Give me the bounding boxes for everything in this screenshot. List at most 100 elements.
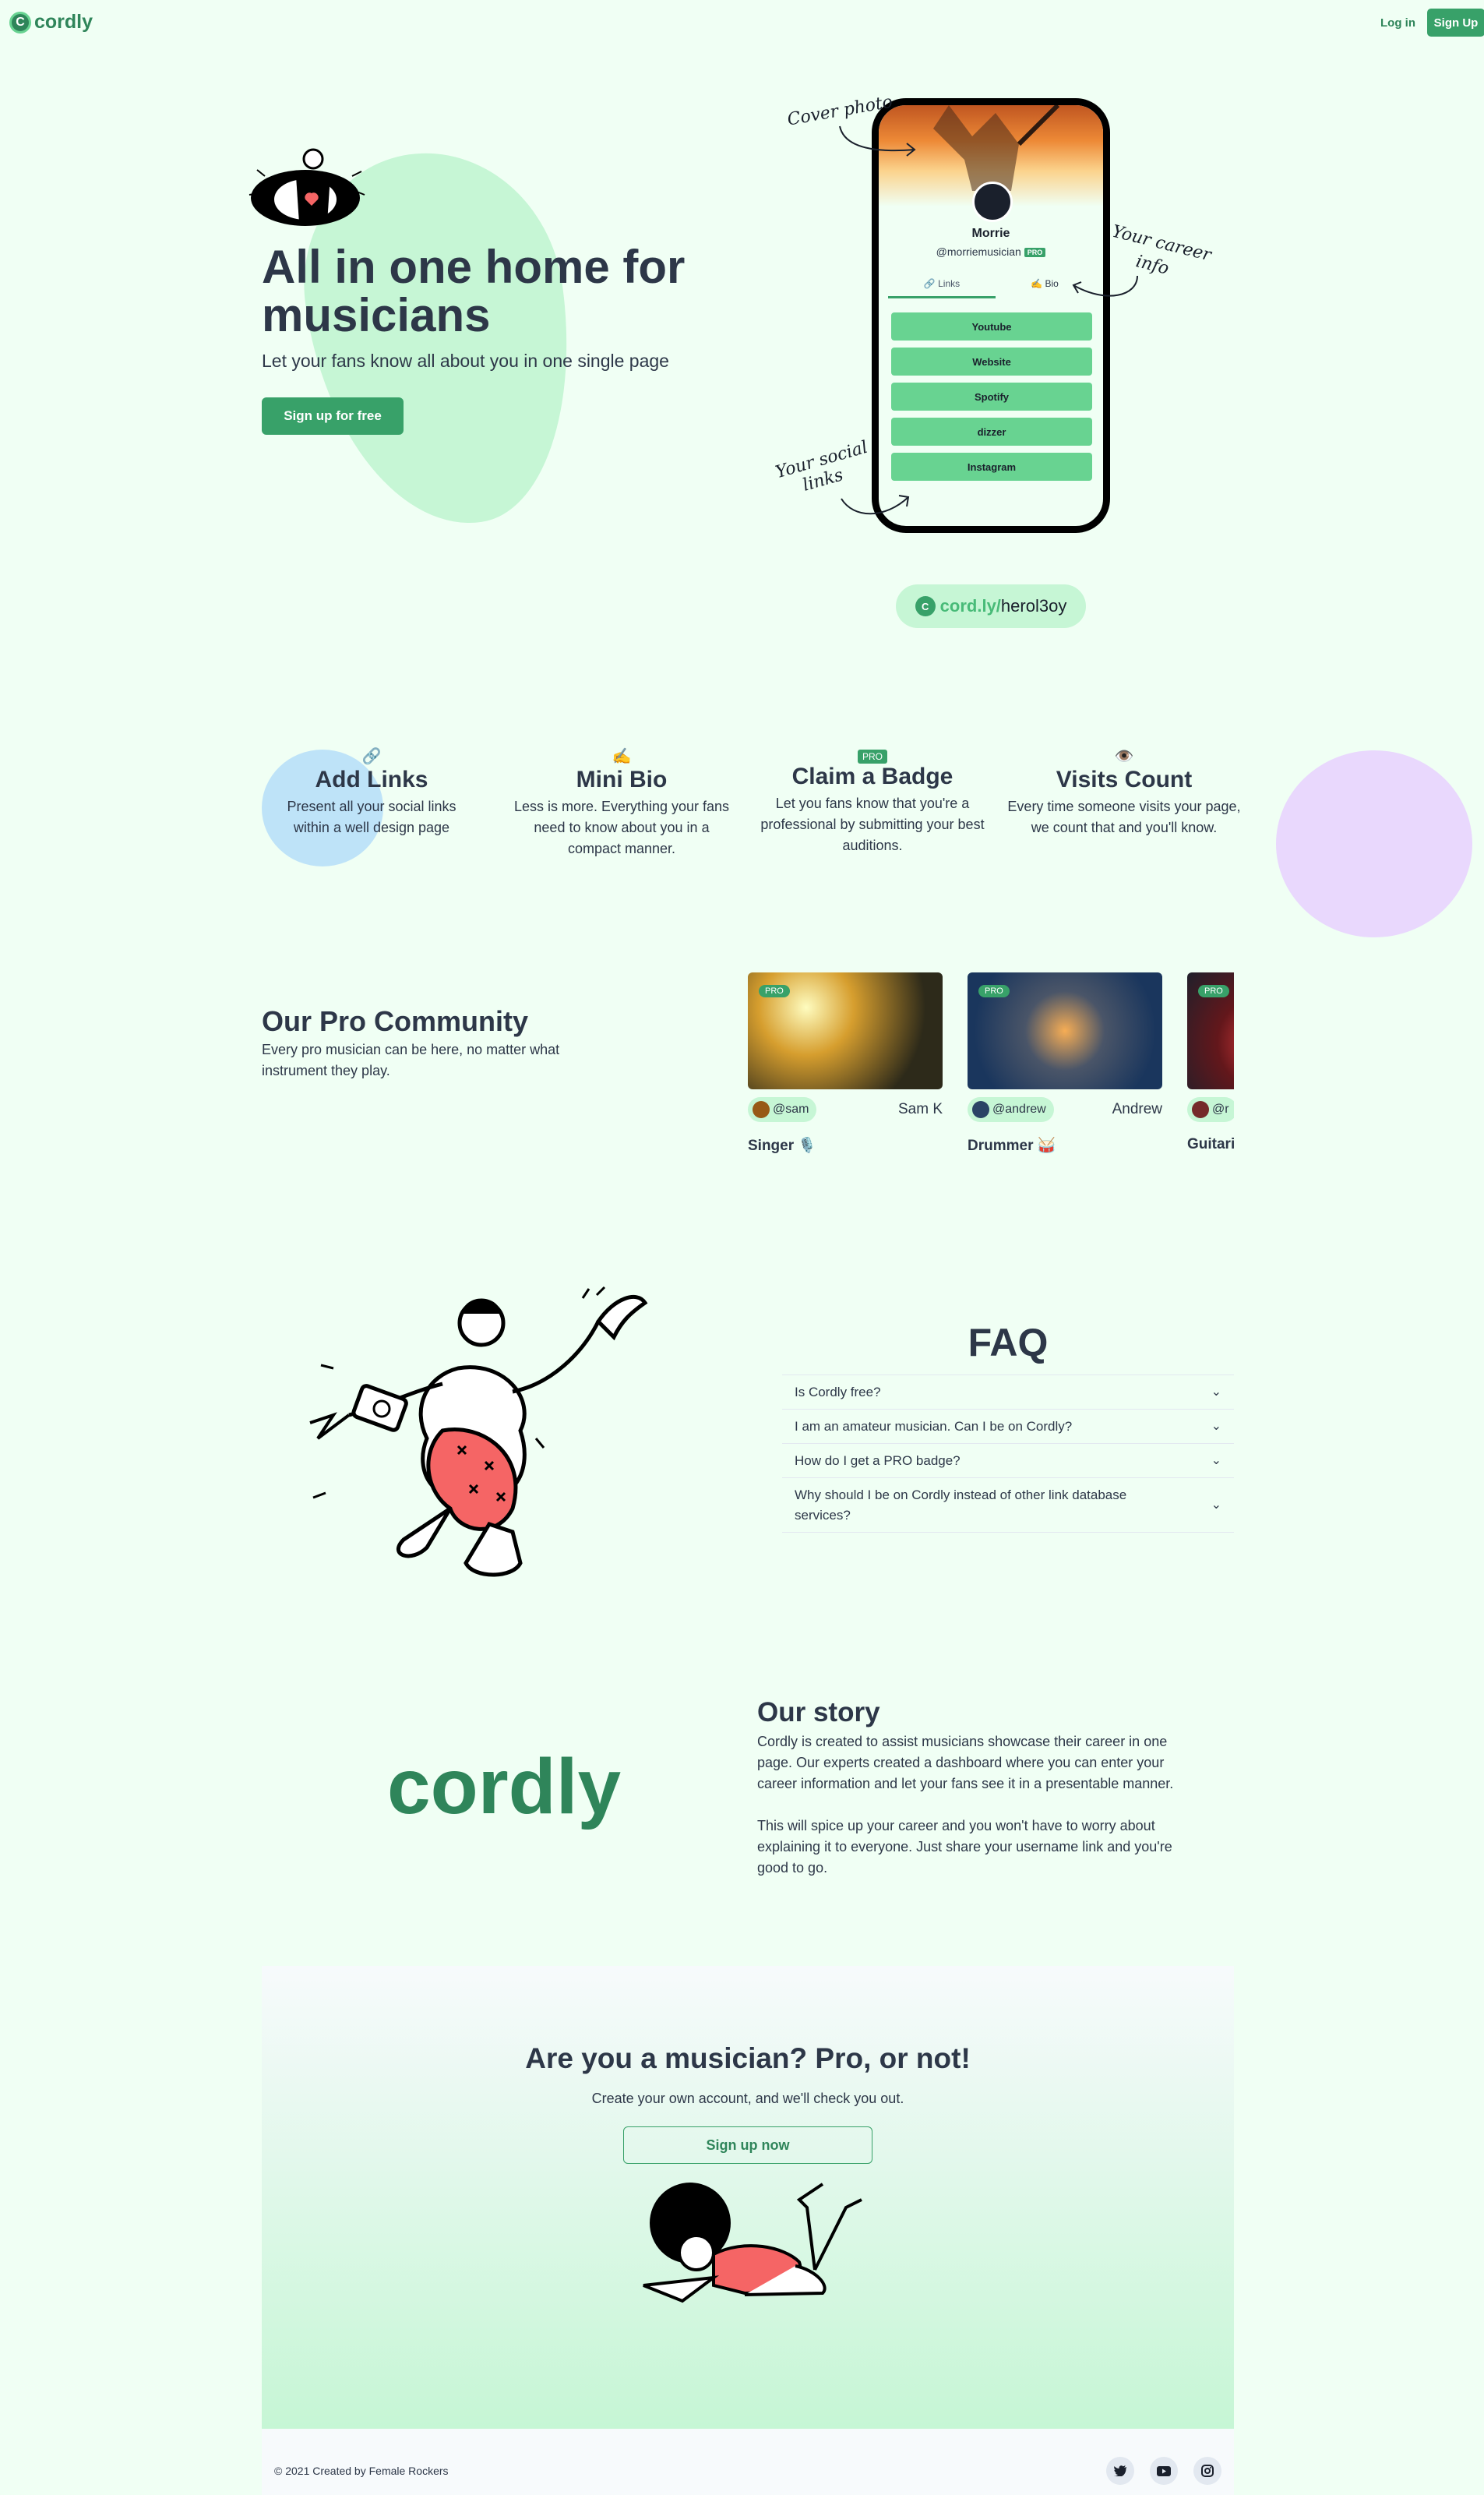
cta-signup-button[interactable]: Sign up now — [623, 2126, 872, 2164]
tab-links[interactable]: 🔗 Links — [888, 278, 996, 298]
signup-button[interactable]: Sign Up — [1427, 9, 1484, 37]
musician-photo: PRO — [968, 972, 1162, 1089]
faq-question: I am an amateur musician. Can I be on Co… — [795, 1418, 1073, 1434]
performer-silhouette — [933, 105, 1060, 191]
feature-description: Let you fans know that you're a professi… — [760, 796, 985, 853]
username-chip[interactable]: @sam — [748, 1097, 817, 1122]
musician-name: Sam K — [897, 1101, 943, 1117]
feature-add-links: 🔗 Add Links Present all your social link… — [255, 746, 488, 838]
dancer-illustration — [309, 1286, 648, 1577]
musician-photo: PRO — [748, 972, 943, 1089]
musician-card[interactable]: PRO @andrew Andrew Drummer 🥁 — [968, 972, 1162, 1155]
twitter-icon[interactable] — [1106, 2457, 1134, 2485]
cta-section: Are you a musician? Pro, or not! Create … — [262, 1966, 1234, 2429]
faq-item[interactable]: Is Cordly free? ⌄ — [782, 1375, 1234, 1410]
faq-question: Why should I be on Cordly instead of oth… — [795, 1487, 1127, 1523]
pro-badge: PRO — [759, 985, 790, 997]
feature-title: Visits Count — [1056, 767, 1193, 792]
cta-title: Are you a musician? Pro, or not! — [525, 2042, 971, 2074]
musician-card[interactable]: PRO @r Guitari — [1187, 972, 1234, 1153]
community-title: Our Pro Community — [262, 1005, 529, 1037]
hero-subtitle: Let your fans know all about you in one … — [262, 351, 669, 371]
username: @andrew — [992, 1103, 1046, 1116]
handle-text: @morriemusician — [936, 245, 1021, 258]
musician-photo: PRO — [1187, 972, 1234, 1089]
arrow-social-icon — [841, 495, 910, 515]
writing-hand-icon: ✍️ — [612, 748, 632, 765]
story-paragraph: Cordly is created to assist musicians sh… — [757, 1734, 1174, 1791]
chevron-down-icon: ⌄ — [1211, 1498, 1221, 1512]
link-button-spotify[interactable]: Spotify — [891, 383, 1092, 411]
instagram-icon[interactable] — [1193, 2457, 1221, 2485]
feature-description: Present all your social links within a w… — [287, 799, 456, 835]
musician-role: Guitari — [1187, 1136, 1234, 1152]
pro-badge: PRO — [1198, 985, 1229, 997]
avatar — [972, 1101, 989, 1118]
musician-card[interactable]: PRO @sam Sam K Singer 🎙️ — [748, 972, 943, 1155]
url-logo-icon: C — [915, 596, 936, 616]
feature-blob-purple — [1276, 750, 1472, 937]
chevron-down-icon: ⌄ — [1211, 1453, 1221, 1467]
faq-item[interactable]: How do I get a PRO badge? ⌄ — [782, 1444, 1234, 1478]
feature-mini-bio: ✍️ Mini Bio Less is more. Everything you… — [505, 746, 738, 859]
username: @sam — [773, 1103, 809, 1116]
feature-visits-count: 👁️ Visits Count Every time someone visit… — [1007, 746, 1241, 838]
profile-avatar — [972, 182, 1013, 222]
hero-signup-button[interactable]: Sign up for free — [262, 397, 404, 435]
musician-role: Singer 🎙️ — [748, 1138, 817, 1154]
faq-question: How do I get a PRO badge? — [795, 1452, 961, 1468]
link-icon: 🔗 — [361, 748, 382, 765]
username-chip[interactable]: @andrew — [968, 1097, 1054, 1122]
feature-description: Less is more. Everything your fans need … — [513, 799, 730, 856]
logo-text: cordly — [34, 11, 93, 33]
phone-mockup: Morrie @morriemusician PRO 🔗 Links ✍️ Bio… — [872, 98, 1110, 533]
link-button-dizzer[interactable]: dizzer — [891, 418, 1092, 446]
logo[interactable]: C cordly — [9, 11, 93, 34]
community-carousel[interactable]: PRO @sam Sam K Singer 🎙️ PRO @andrew And… — [748, 972, 1234, 1167]
profile-handle: @morriemusician PRO — [879, 245, 1103, 258]
avatar — [1192, 1101, 1209, 1118]
profile-links: Youtube Website Spotify dizzer Instagram — [891, 312, 1092, 488]
feature-title: Add Links — [315, 767, 428, 792]
arrow-career-icon — [1072, 275, 1138, 297]
logo-mark: C — [9, 11, 31, 34]
pro-badge: PRO — [1024, 248, 1046, 258]
community-subtitle: Every pro musician can be here, no matte… — [262, 1042, 560, 1078]
profile-name: Morrie — [971, 227, 1010, 240]
pro-badge: PRO — [978, 985, 1010, 997]
link-button-youtube[interactable]: Youtube — [891, 312, 1092, 341]
story-logo: cordly — [387, 1743, 622, 1830]
chevron-down-icon: ⌄ — [1211, 1385, 1221, 1399]
copyright: © 2021 Created by Female Rockers — [274, 2465, 449, 2477]
faq-question: Is Cordly free? — [795, 1384, 881, 1399]
youtube-icon[interactable] — [1150, 2457, 1178, 2485]
url-domain: cord.ly/ — [939, 596, 1001, 616]
faq-title: FAQ — [968, 1321, 1049, 1364]
hero-title: All in one home for musicians — [262, 241, 686, 341]
footer: © 2021 Created by Female Rockers — [262, 2429, 1234, 2495]
faq-accordion: Is Cordly free? ⌄ I am an amateur musici… — [782, 1375, 1234, 1533]
chevron-down-icon: ⌄ — [1211, 1419, 1221, 1433]
link-button-website[interactable]: Website — [891, 348, 1092, 376]
faq-item[interactable]: I am an amateur musician. Can I be on Co… — [782, 1410, 1234, 1444]
eye-icon: 👁️ — [1114, 748, 1134, 765]
feature-title: Claim a Badge — [791, 764, 953, 789]
feature-claim-badge: PRO Claim a Badge Let you fans know that… — [756, 746, 989, 856]
profile-url-pill[interactable]: C cord.ly/herol3oy — [896, 584, 1086, 628]
username: @r — [1212, 1103, 1229, 1116]
cta-subtitle: Create your own account, and we'll check… — [591, 2091, 904, 2106]
arrow-cover-icon — [839, 125, 916, 157]
url-username: herol3oy — [1000, 596, 1067, 616]
reading-illustration — [643, 2183, 862, 2303]
feature-description: Every time someone visits your page, we … — [1007, 799, 1241, 835]
faq-item[interactable]: Why should I be on Cordly instead of oth… — [782, 1478, 1234, 1533]
musician-name: Andrew — [1112, 1101, 1162, 1117]
pro-badge: PRO — [857, 750, 887, 764]
story-paragraph: This will spice up your career and you w… — [757, 1818, 1172, 1876]
link-button-instagram[interactable]: Instagram — [891, 453, 1092, 481]
story-title: Our story — [757, 1697, 880, 1727]
musician-role: Drummer 🥁 — [968, 1138, 1056, 1154]
username-chip[interactable]: @r — [1187, 1097, 1234, 1122]
feature-title: Mini Bio — [576, 767, 668, 792]
login-link[interactable]: Log in — [1380, 11, 1415, 36]
